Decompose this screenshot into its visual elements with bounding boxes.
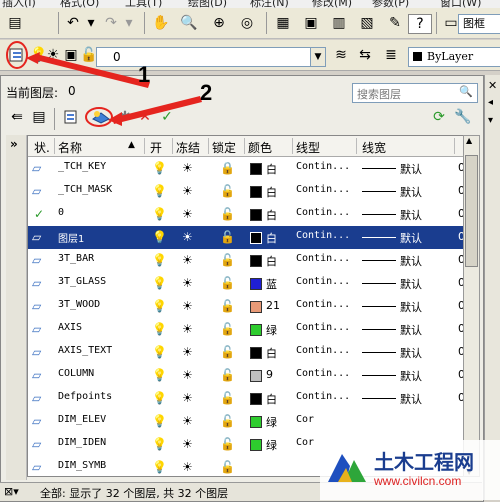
watermark-url: www.civilcn.com <box>374 474 462 488</box>
annotation-arrow-1 <box>28 54 150 88</box>
watermark-logo-icon <box>328 454 366 482</box>
annotation-number-2: 2 <box>200 80 213 105</box>
annotation-overlay <box>6 41 202 127</box>
watermark: 土木工程网 www.civilcn.com <box>320 440 500 500</box>
annotation-circle-2 <box>85 107 113 127</box>
watermark-title: 土木工程网 <box>374 452 474 474</box>
annotation-number-1: 1 <box>138 62 151 87</box>
annotation-arrow-2 <box>112 96 202 124</box>
annotation-circle-1 <box>6 41 28 69</box>
